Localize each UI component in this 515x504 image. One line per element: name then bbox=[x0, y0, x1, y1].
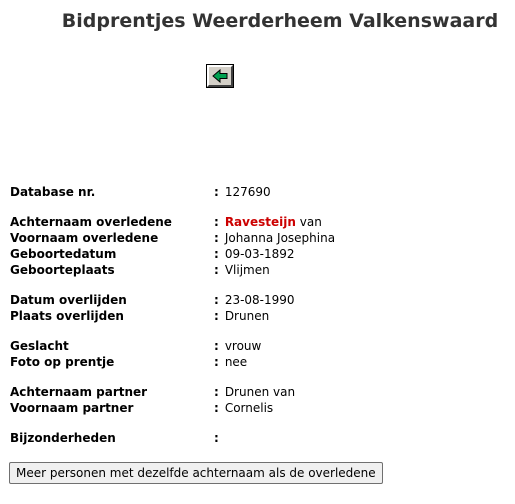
label-geslacht: Geslacht bbox=[10, 339, 69, 353]
more-persons-same-surname-button[interactable]: Meer personen met dezelfde achternaam al… bbox=[9, 462, 383, 484]
value-achternaam-overledene: : Ravesteijn van bbox=[214, 215, 322, 229]
value-foto-op-prentje: : nee bbox=[214, 355, 248, 369]
label-database-nr: Database nr. bbox=[10, 185, 96, 199]
value-database-nr: :127690 bbox=[214, 185, 271, 199]
value-geslacht: : vrouw bbox=[214, 339, 262, 353]
value-datum-overlijden: :23-08-1990 bbox=[214, 293, 295, 307]
label-geboortedatum: Geboortedatum bbox=[10, 247, 117, 261]
label-voornaam-partner: Voornaam partner bbox=[10, 401, 134, 415]
label-voornaam-overledene: Voornaam overledene bbox=[10, 231, 159, 245]
value-geboorteplaats: : Vlijmen bbox=[214, 263, 270, 277]
value-plaats-overlijden: : Drunen bbox=[214, 309, 270, 323]
arrow-left-icon bbox=[212, 69, 228, 83]
label-geboorteplaats: Geboorteplaats bbox=[10, 263, 115, 277]
value-geboortedatum: :09-03-1892 bbox=[214, 247, 295, 261]
label-datum-overlijden: Datum overlijden bbox=[10, 293, 127, 307]
surname-highlight: Ravesteijn bbox=[224, 215, 296, 229]
label-plaats-overlijden: Plaats overlijden bbox=[10, 309, 124, 323]
label-achternaam-partner: Achternaam partner bbox=[10, 385, 148, 399]
value-bijzonderheden: : bbox=[214, 431, 219, 445]
label-achternaam-overledene: Achternaam overledene bbox=[10, 215, 172, 229]
back-button[interactable] bbox=[206, 64, 234, 88]
value-voornaam-partner: : Cornelis bbox=[214, 401, 274, 415]
label-bijzonderheden: Bijzonderheden bbox=[10, 431, 116, 445]
page-title: Bidprentjes Weerderheem Valkenswaard bbox=[61, 10, 499, 32]
value-voornaam-overledene: : Johanna Josephina bbox=[214, 231, 336, 245]
value-achternaam-partner: : Drunen van bbox=[214, 385, 296, 399]
label-foto-op-prentje: Foto op prentje bbox=[10, 355, 115, 369]
